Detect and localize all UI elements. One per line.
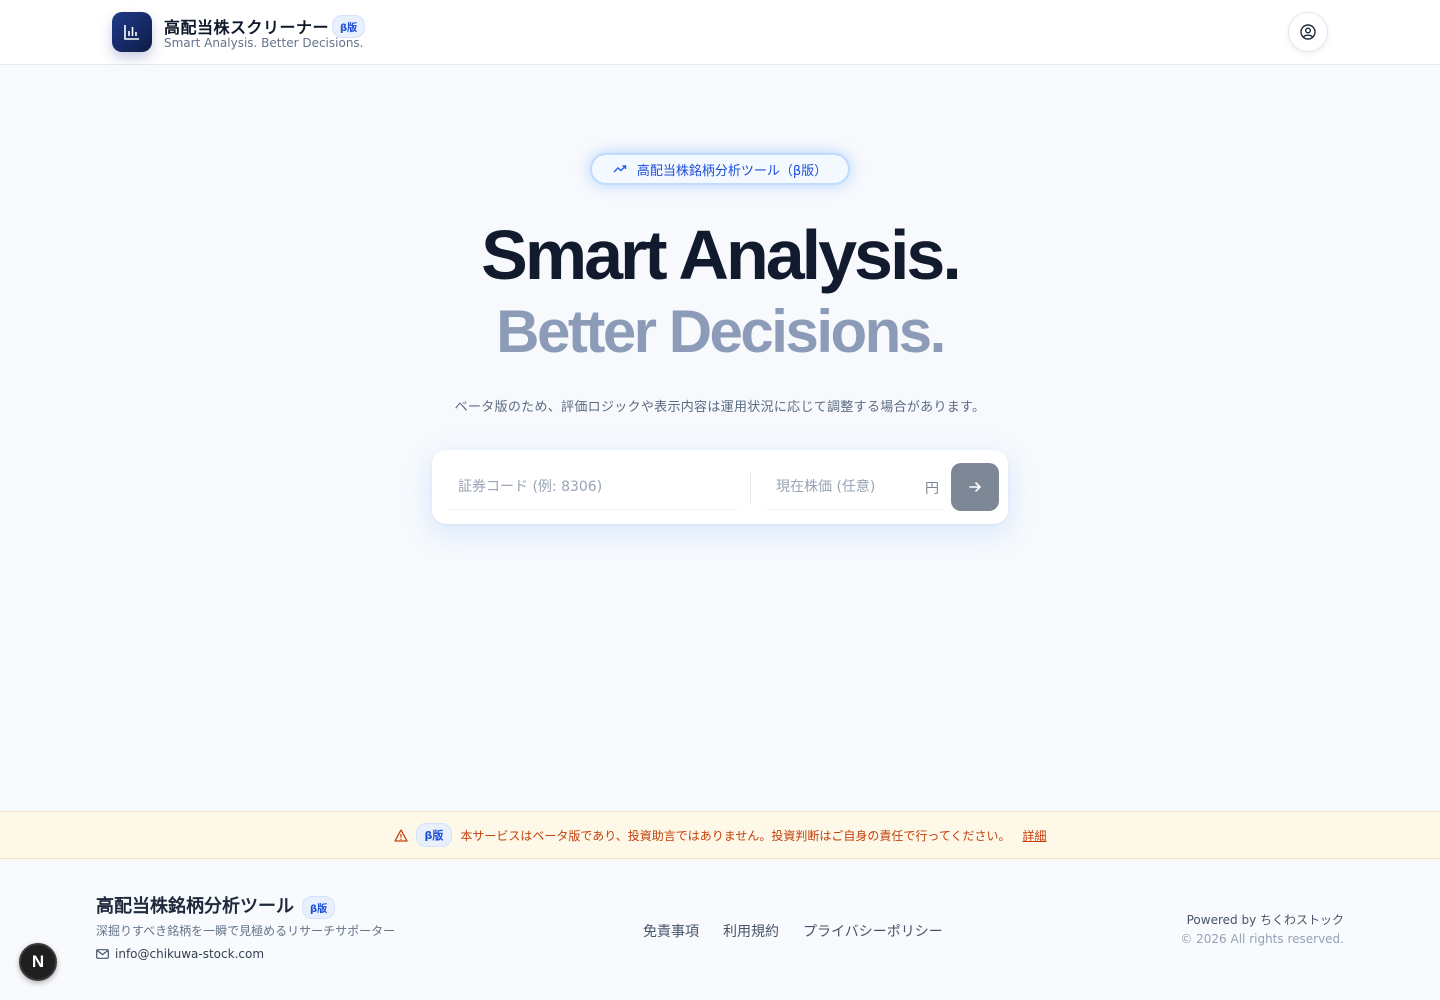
dev-tools-badge[interactable]: N xyxy=(19,943,57,981)
site-footer: 高配当株銘柄分析ツール β版 深掘りすべき銘柄を一瞬で見極めるリサーチサポーター… xyxy=(0,860,1440,1000)
footer-link-privacy[interactable]: プライバシーポリシー xyxy=(803,921,943,941)
footer-title: 高配当株銘柄分析ツール xyxy=(96,896,294,917)
footer-links: 免責事項 利用規約 プライバシーポリシー xyxy=(643,921,943,941)
hero-note: ベータ版のため、評価ロジックや表示内容は運用状況に応じて調整する場合があります。 xyxy=(454,400,986,415)
footer-email[interactable]: info@chikuwa-stock.com xyxy=(96,947,264,961)
disclaimer-text: 本サービスはベータ版であり、投資助言ではありません。投資判断はご自身の責任で行っ… xyxy=(460,828,1011,843)
footer-tagline: 深掘りすべき銘柄を一瞬で見極めるリサーチサポーター xyxy=(96,924,396,938)
beta-badge: β版 xyxy=(415,823,453,847)
arrow-right-icon xyxy=(969,482,981,492)
hero-pill-label: 高配当株銘柄分析ツール（β版） xyxy=(636,163,828,179)
stock-price-input[interactable] xyxy=(766,464,944,510)
hero-headline: Smart Analysis. xyxy=(481,216,962,294)
mail-icon xyxy=(96,949,109,959)
app-title[interactable]: 高配当株スクリーナー xyxy=(164,14,329,38)
site-header: 高配当株スクリーナー β版 Smart Analysis. Better Dec… xyxy=(0,0,1440,65)
footer-email-text: info@chikuwa-stock.com xyxy=(115,947,265,961)
price-unit-label: 円 xyxy=(925,481,939,497)
hero-subheadline: Better Decisions. xyxy=(496,298,946,365)
trending-up-icon xyxy=(613,165,627,173)
app-subtitle: Smart Analysis. Better Decisions. xyxy=(164,36,364,50)
account-button[interactable] xyxy=(1288,12,1328,52)
app-logo[interactable] xyxy=(112,12,152,52)
disclaimer-banner: β版 本サービスはベータ版であり、投資助言ではありません。投資判断はご自身の責任… xyxy=(0,811,1440,859)
footer-link-disclaimer[interactable]: 免責事項 xyxy=(643,921,699,941)
footer-link-terms[interactable]: 利用規約 xyxy=(723,921,779,941)
disclaimer-details-link[interactable]: 詳細 xyxy=(1022,827,1046,844)
copyright: © 2026 All rights reserved. xyxy=(1180,932,1344,946)
hero-pill: 高配当株銘柄分析ツール（β版） xyxy=(590,153,850,185)
stock-code-input[interactable] xyxy=(448,464,738,510)
beta-badge: β版 xyxy=(332,15,366,38)
search-form: 円 xyxy=(432,450,1008,524)
bar-chart-icon xyxy=(124,25,139,40)
submit-button[interactable] xyxy=(951,463,999,511)
input-divider xyxy=(750,471,751,503)
powered-by: Powered by ちくわストック xyxy=(1186,913,1344,927)
hero-section: 高配当株銘柄分析ツール（β版） Smart Analysis. Better D… xyxy=(0,65,1440,597)
warning-icon xyxy=(393,828,408,842)
user-circle-icon xyxy=(1300,24,1316,40)
beta-badge: β版 xyxy=(302,896,336,919)
